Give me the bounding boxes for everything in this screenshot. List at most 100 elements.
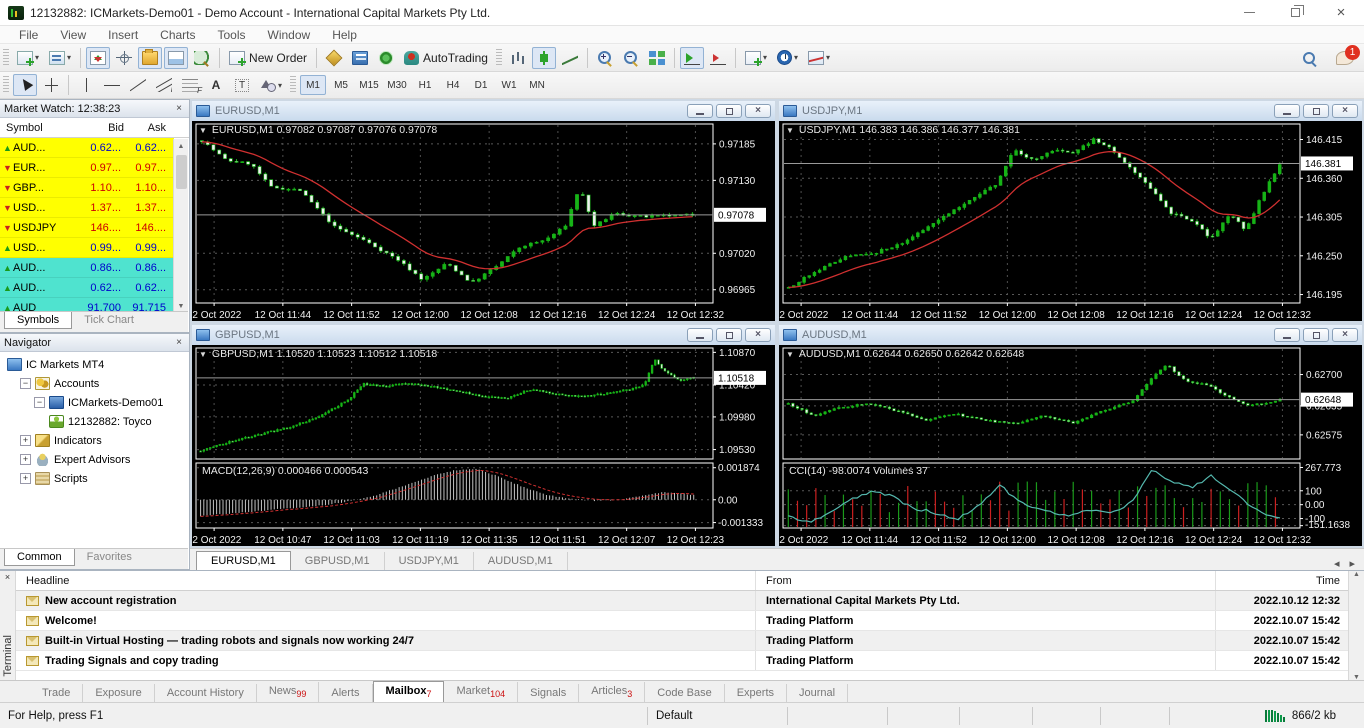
chart-maximize-button[interactable] bbox=[716, 328, 742, 342]
tile-windows-button[interactable] bbox=[645, 47, 669, 69]
expand-plus-icon[interactable]: + bbox=[20, 473, 31, 484]
minimize-button[interactable] bbox=[1226, 0, 1272, 25]
timeframe-h1[interactable]: H1 bbox=[412, 75, 438, 95]
scroll-thumb[interactable] bbox=[176, 155, 187, 189]
market-watch-row[interactable]: ▲AUD...0.62...0.62... bbox=[0, 278, 174, 298]
terminal-tab-account-history[interactable]: Account History bbox=[155, 684, 257, 702]
navigator-item-expert-advisors[interactable]: +Expert Advisors bbox=[0, 450, 189, 469]
new-chart-button[interactable]: ▾ bbox=[13, 47, 43, 69]
terminal-tab-articles[interactable]: Articles3 bbox=[579, 682, 645, 702]
terminal-tab-mailbox[interactable]: Mailbox7 bbox=[373, 681, 445, 702]
market-watch-row[interactable]: ▲AUD...0.62...0.62... bbox=[0, 138, 174, 158]
chart-minimize-button[interactable] bbox=[1274, 328, 1300, 342]
menu-item-tools[interactable]: Tools bbox=[207, 28, 257, 42]
terminal-tab-alerts[interactable]: Alerts bbox=[319, 684, 372, 702]
terminal-tab-news[interactable]: News99 bbox=[257, 682, 320, 702]
timeframe-mn[interactable]: MN bbox=[524, 75, 550, 95]
chart-maximize-button[interactable] bbox=[1303, 328, 1329, 342]
navigator-item-12132882-toyco[interactable]: 12132882: Toyco bbox=[0, 412, 189, 431]
status-profile[interactable]: Default bbox=[648, 707, 788, 725]
chart-plot-usdjpy[interactable]: 12 Oct 202212 Oct 11:4412 Oct 11:5212 Oc… bbox=[779, 121, 1362, 321]
menu-item-help[interactable]: Help bbox=[321, 28, 368, 42]
menu-item-file[interactable]: File bbox=[8, 28, 49, 42]
tab-tick-chart[interactable]: Tick Chart bbox=[72, 312, 146, 328]
chart-canvas-gbpusd[interactable]: ▼GBPUSD,M1 1.10520 1.10523 1.10512 1.105… bbox=[192, 345, 775, 546]
chart-plot-gbpusd[interactable]: 12 Oct 202212 Oct 10:4712 Oct 11:0312 Oc… bbox=[192, 345, 775, 546]
terminal-close-icon[interactable]: × bbox=[5, 571, 10, 583]
chart-window-titlebar[interactable]: EURUSD,M1× bbox=[192, 101, 775, 121]
tab-favorites[interactable]: Favorites bbox=[75, 549, 144, 565]
navigator-item-accounts[interactable]: −Accounts bbox=[0, 374, 189, 393]
navigator-item-icmarkets-demo01[interactable]: −ICMarkets-Demo01 bbox=[0, 393, 189, 412]
menu-item-charts[interactable]: Charts bbox=[149, 28, 206, 42]
periods-button[interactable]: ▾ bbox=[773, 47, 802, 69]
crosshair-tool-button[interactable] bbox=[39, 74, 63, 96]
terminal-toggle[interactable] bbox=[164, 47, 188, 69]
auto-scroll-button[interactable] bbox=[680, 47, 704, 69]
text-label-tool[interactable]: T bbox=[230, 74, 254, 96]
dropdown-icon[interactable]: ▾ bbox=[67, 53, 71, 62]
chart-close-button[interactable]: × bbox=[1332, 104, 1358, 118]
timeframe-m15[interactable]: M15 bbox=[356, 75, 382, 95]
terminal-tab-code-base[interactable]: Code Base bbox=[645, 684, 724, 702]
timeframe-m5[interactable]: M5 bbox=[328, 75, 354, 95]
fibonacci-tool[interactable]: F bbox=[178, 74, 202, 96]
tab-scroll-left-icon[interactable]: ◂ bbox=[1329, 557, 1345, 570]
timeframe-d1[interactable]: D1 bbox=[468, 75, 494, 95]
trendline-tool[interactable] bbox=[126, 74, 150, 96]
horizontal-line-tool[interactable] bbox=[100, 74, 124, 96]
terminal-scrollbar[interactable]: ▲ ▼ bbox=[1348, 571, 1364, 681]
market-watch-row[interactable]: ▼USD...1.37...1.37... bbox=[0, 198, 174, 218]
zoom-out-button[interactable] bbox=[619, 47, 643, 69]
market-watch-row[interactable]: ▼GBP...1.10...1.10... bbox=[0, 178, 174, 198]
column-bid[interactable]: Bid bbox=[72, 122, 124, 134]
toolbar-grip[interactable] bbox=[3, 76, 9, 94]
chart-close-button[interactable]: × bbox=[1332, 328, 1358, 342]
dropdown-icon[interactable]: ▾ bbox=[826, 53, 830, 62]
new-order-button[interactable]: New Order bbox=[225, 47, 311, 69]
bar-chart-button[interactable] bbox=[506, 47, 530, 69]
toolbar-grip[interactable] bbox=[290, 76, 296, 94]
chart-window-titlebar[interactable]: USDJPY,M1× bbox=[779, 101, 1362, 121]
navigator-item-indicators[interactable]: +Indicators bbox=[0, 431, 189, 450]
dropdown-icon[interactable]: ▾ bbox=[763, 53, 767, 62]
column-headline[interactable]: Headline bbox=[16, 571, 756, 590]
tab-scroll-right-icon[interactable]: ▸ bbox=[1344, 557, 1360, 570]
line-chart-button[interactable] bbox=[558, 47, 582, 69]
timeframe-h4[interactable]: H4 bbox=[440, 75, 466, 95]
chart-window-titlebar[interactable]: AUDUSD,M1× bbox=[779, 325, 1362, 345]
shapes-tool[interactable]: ▾ bbox=[256, 74, 286, 96]
menu-item-view[interactable]: View bbox=[49, 28, 97, 42]
column-ask[interactable]: Ask bbox=[124, 122, 168, 134]
terminal-tab-exposure[interactable]: Exposure bbox=[83, 684, 154, 702]
market-watch-close-icon[interactable]: × bbox=[173, 103, 185, 114]
vertical-line-tool[interactable] bbox=[74, 74, 98, 96]
chart-tab-gbpusd-m1[interactable]: GBPUSD,M1 bbox=[291, 552, 385, 570]
chart-tab-eurusd-m1[interactable]: EURUSD,M1 bbox=[196, 551, 291, 570]
expand-minus-icon[interactable]: − bbox=[20, 378, 31, 389]
channel-tool[interactable]: E bbox=[152, 74, 176, 96]
tab-common[interactable]: Common bbox=[4, 549, 75, 566]
terminal-tab-market[interactable]: Market104 bbox=[444, 682, 518, 702]
chart-window-titlebar[interactable]: GBPUSD,M1× bbox=[192, 325, 775, 345]
market-watch-row[interactable]: ▼USDJPY146....146.... bbox=[0, 218, 174, 238]
chart-plot-eurusd[interactable]: 12 Oct 202212 Oct 11:4412 Oct 11:5212 Oc… bbox=[192, 121, 775, 321]
data-window-toggle[interactable] bbox=[112, 47, 136, 69]
expand-minus-icon[interactable]: − bbox=[34, 397, 45, 408]
market-watch-row[interactable]: ▼EUR...0.97...0.97... bbox=[0, 158, 174, 178]
column-from[interactable]: From bbox=[756, 571, 1216, 590]
chart-close-button[interactable]: × bbox=[745, 104, 771, 118]
chart-minimize-button[interactable] bbox=[687, 104, 713, 118]
chart-maximize-button[interactable] bbox=[716, 104, 742, 118]
mail-row[interactable]: New account registrationInternational Ca… bbox=[16, 591, 1348, 611]
market-watch-row[interactable]: ▲AUD...0.86...0.86... bbox=[0, 258, 174, 278]
toolbar-grip[interactable] bbox=[3, 49, 9, 67]
text-tool[interactable]: A bbox=[204, 74, 228, 96]
chart-shift-button[interactable] bbox=[706, 47, 730, 69]
candlestick-chart-button[interactable] bbox=[532, 47, 556, 69]
mail-row[interactable]: Trading Signals and copy tradingTrading … bbox=[16, 651, 1348, 671]
tab-symbols[interactable]: Symbols bbox=[4, 312, 72, 329]
profiles-button[interactable]: ▾ bbox=[45, 47, 75, 69]
chart-tab-audusd-m1[interactable]: AUDUSD,M1 bbox=[474, 552, 568, 570]
chart-maximize-button[interactable] bbox=[1303, 104, 1329, 118]
